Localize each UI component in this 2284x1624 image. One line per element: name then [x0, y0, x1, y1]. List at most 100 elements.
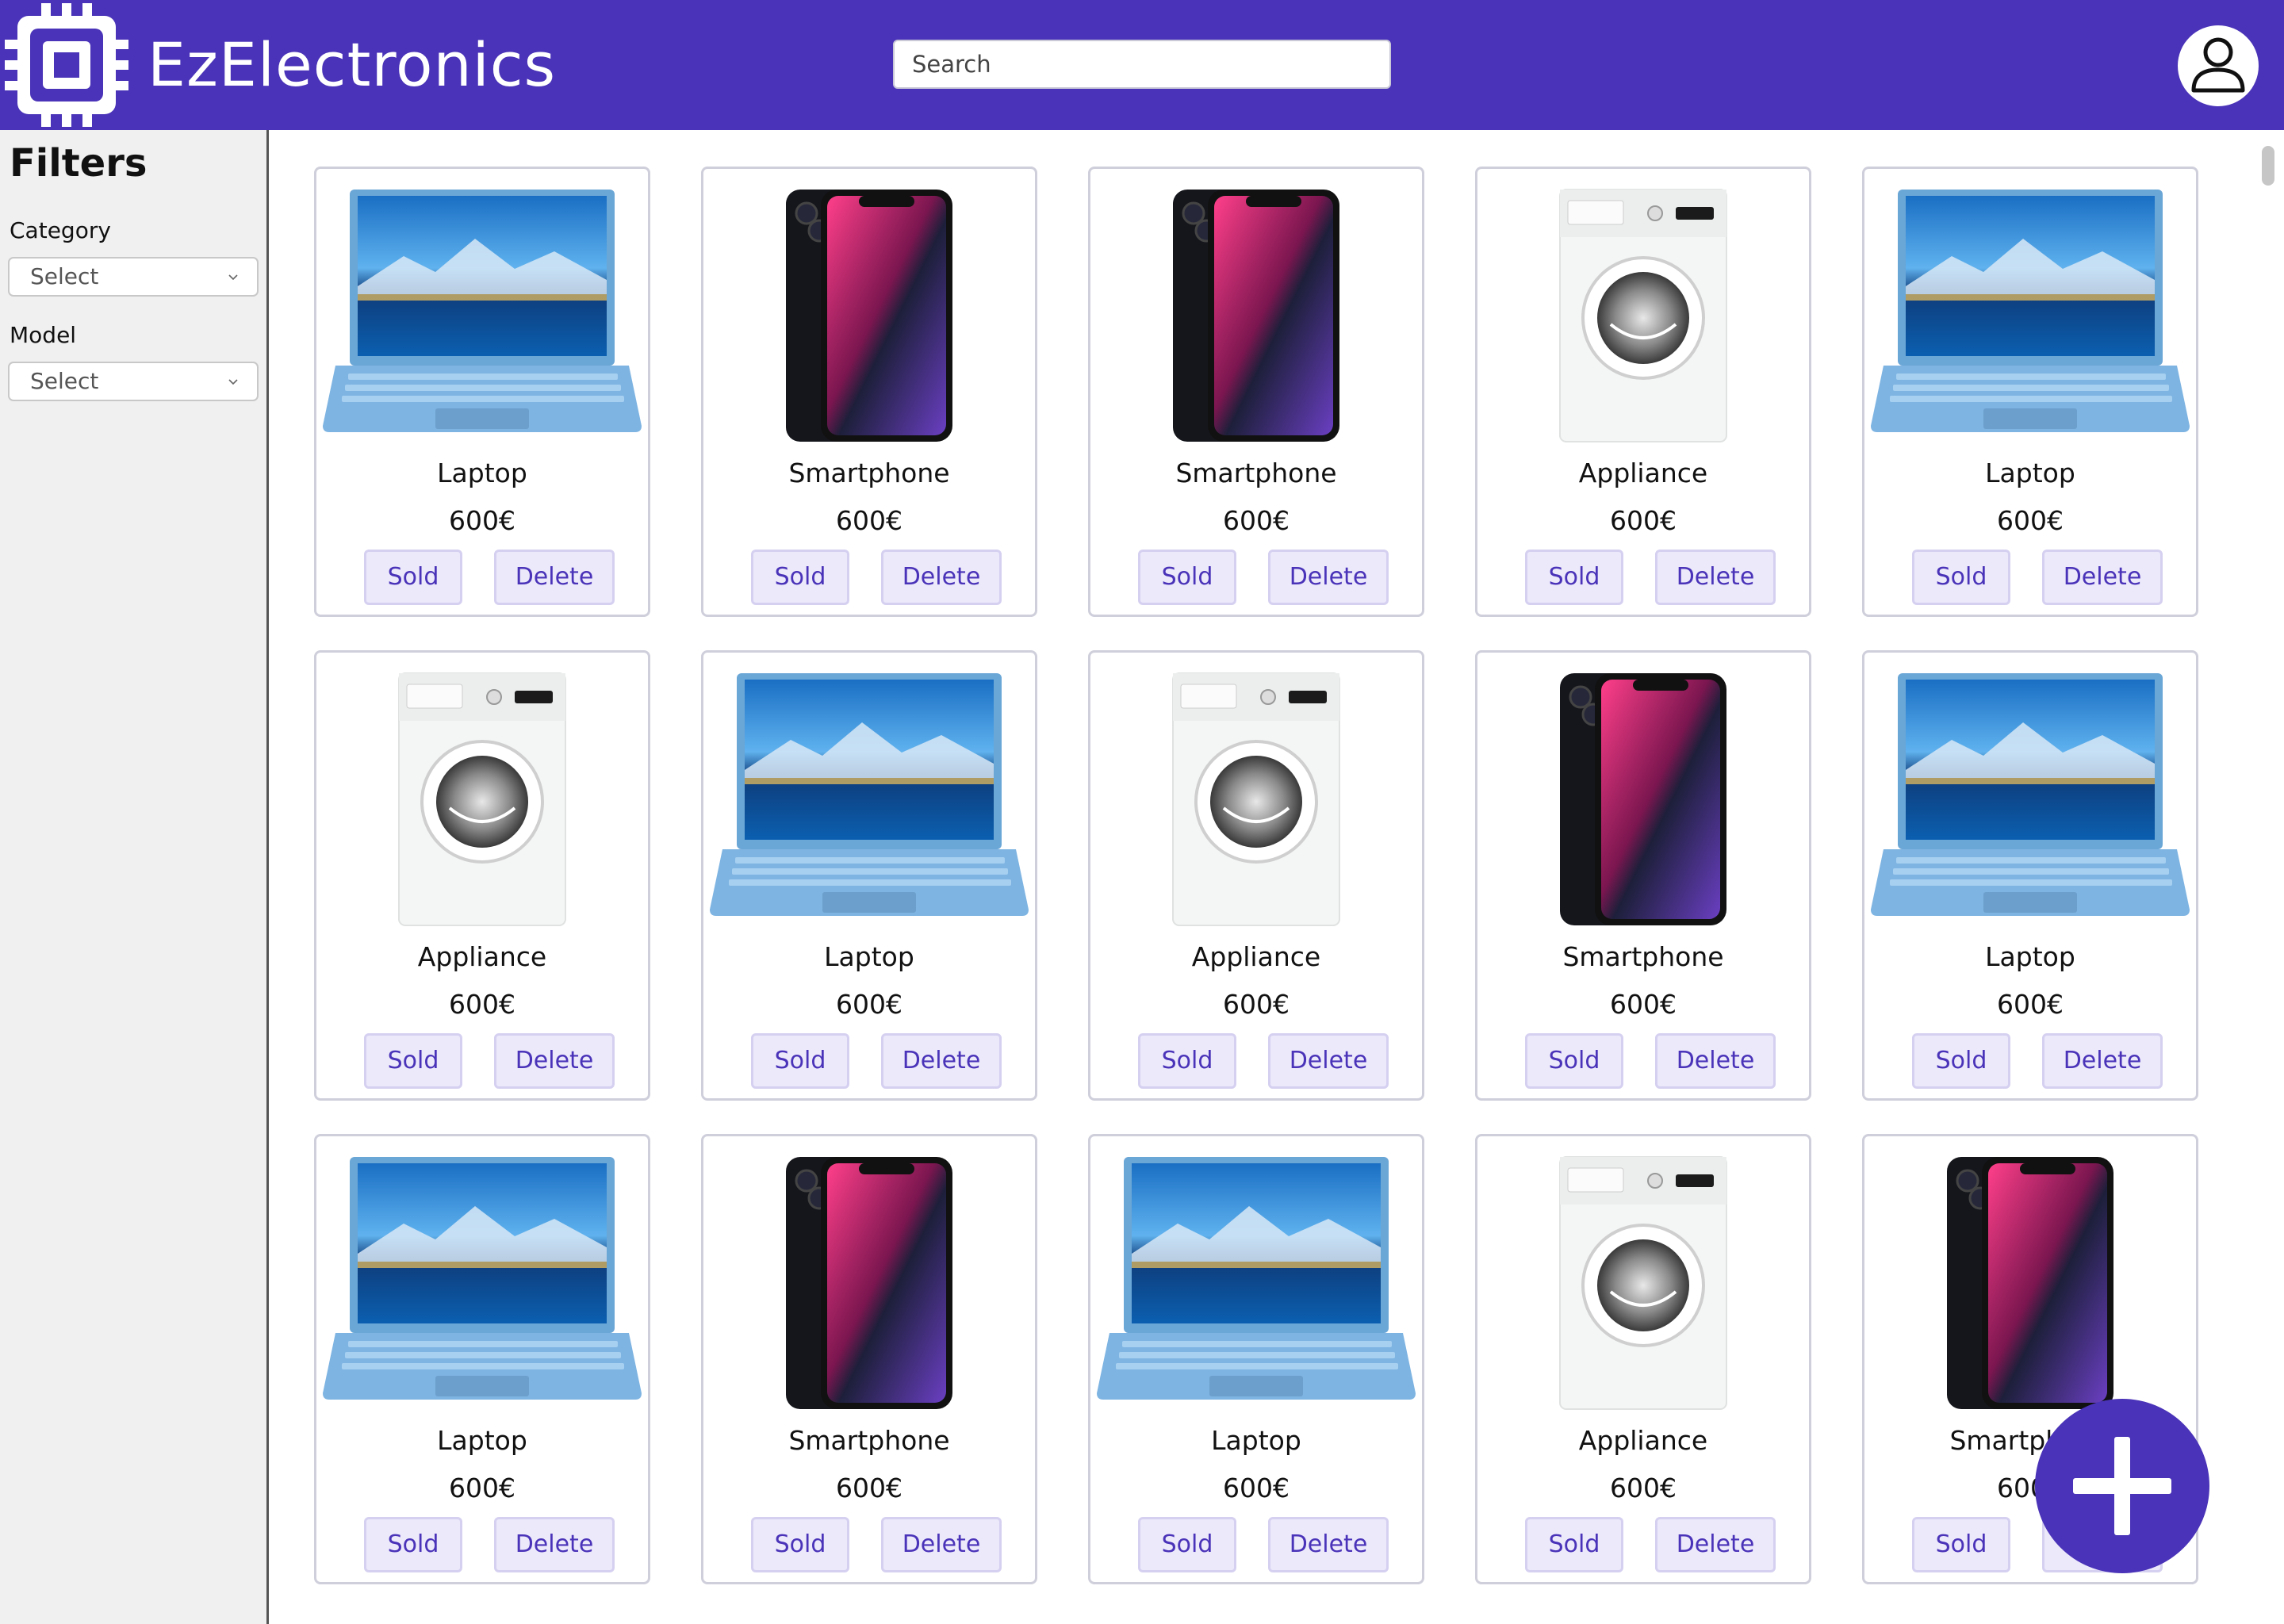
delete-button[interactable]: Delete — [1655, 1517, 1776, 1572]
appliance-image — [1558, 188, 1728, 443]
sold-button[interactable]: Sold — [1138, 1517, 1236, 1572]
laptop-image — [323, 1157, 642, 1400]
sold-button[interactable]: Sold — [1138, 550, 1236, 605]
product-price: 600€ — [1223, 505, 1290, 536]
sold-button[interactable]: Sold — [751, 1517, 849, 1572]
laptop-image — [1871, 673, 2190, 916]
delete-button[interactable]: Delete — [881, 1517, 1002, 1572]
laptop-image — [710, 673, 1029, 916]
product-card: Smartphone 600€ Sold Delete — [1475, 650, 1811, 1101]
product-name: Laptop — [1985, 458, 2075, 488]
product-grid: Laptop 600€ Sold Delete Smartphone 600€ … — [269, 130, 2284, 1624]
sold-button[interactable]: Sold — [1912, 1517, 2010, 1572]
smartphone-image — [784, 188, 954, 443]
product-card: Smartphone 600€ Sold Delete — [701, 167, 1037, 617]
product-price: 600€ — [1610, 505, 1677, 536]
sold-button[interactable]: Sold — [1525, 550, 1623, 605]
laptop-image — [1871, 190, 2190, 432]
smartphone-image — [1945, 1155, 2115, 1411]
category-select-value: Select — [30, 263, 99, 289]
laptop-image — [1097, 1157, 1416, 1400]
smartphone-image — [784, 1155, 954, 1411]
category-label: Category — [10, 217, 111, 243]
product-price: 600€ — [449, 1473, 515, 1503]
product-card: Appliance 600€ Sold Delete — [1475, 1134, 1811, 1584]
product-card: Appliance 600€ Sold Delete — [1088, 650, 1424, 1101]
product-card: Laptop 600€ Sold Delete — [1862, 167, 2198, 617]
filters-title: Filters — [10, 141, 148, 186]
product-price: 600€ — [836, 989, 902, 1020]
sold-button[interactable]: Sold — [1912, 550, 2010, 605]
smartphone-image — [1558, 672, 1728, 927]
model-select-value: Select — [30, 368, 99, 394]
product-card: Appliance 600€ Sold Delete — [314, 650, 650, 1101]
product-name: Appliance — [1578, 1425, 1708, 1456]
sold-button[interactable]: Sold — [1912, 1033, 2010, 1089]
appliance-image — [1171, 672, 1341, 927]
product-card: Laptop 600€ Sold Delete — [314, 167, 650, 617]
brand-title: EzElectronics — [148, 29, 557, 100]
delete-button[interactable]: Delete — [1655, 1033, 1776, 1089]
delete-button[interactable]: Delete — [494, 1033, 615, 1089]
product-name: Smartphone — [1562, 941, 1724, 972]
sold-button[interactable]: Sold — [364, 1033, 462, 1089]
search-input[interactable] — [893, 40, 1391, 89]
product-card: Appliance 600€ Sold Delete — [1475, 167, 1811, 617]
appliance-image — [1558, 1155, 1728, 1411]
product-name: Laptop — [1211, 1425, 1301, 1456]
product-name: Laptop — [824, 941, 914, 972]
product-price: 600€ — [1223, 1473, 1290, 1503]
product-price: 600€ — [836, 1473, 902, 1503]
model-label: Model — [10, 322, 77, 348]
delete-button[interactable]: Delete — [494, 550, 615, 605]
delete-button[interactable]: Delete — [1655, 550, 1776, 605]
sold-button[interactable]: Sold — [1525, 1517, 1623, 1572]
product-name: Appliance — [1578, 458, 1708, 488]
top-bar: EzElectronics — [0, 0, 2284, 130]
product-card: Laptop 600€ Sold Delete — [1088, 1134, 1424, 1584]
delete-button[interactable]: Delete — [1268, 1033, 1389, 1089]
product-name: Smartphone — [788, 458, 950, 488]
product-price: 600€ — [449, 989, 515, 1020]
sold-button[interactable]: Sold — [751, 1033, 849, 1089]
sold-button[interactable]: Sold — [1525, 1033, 1623, 1089]
product-price: 600€ — [1223, 989, 1290, 1020]
product-price: 600€ — [836, 505, 902, 536]
delete-button[interactable]: Delete — [1268, 1517, 1389, 1572]
delete-button[interactable]: Delete — [881, 1033, 1002, 1089]
product-name: Smartphone — [788, 1425, 950, 1456]
delete-button[interactable]: Delete — [494, 1517, 615, 1572]
product-price: 600€ — [1610, 989, 1677, 1020]
delete-button[interactable]: Delete — [2042, 1033, 2163, 1089]
product-name: Laptop — [437, 1425, 527, 1456]
product-price: 600€ — [1610, 1473, 1677, 1503]
chip-icon[interactable] — [5, 3, 128, 127]
product-name: Smartphone — [1175, 458, 1337, 488]
sold-button[interactable]: Sold — [751, 550, 849, 605]
delete-button[interactable]: Delete — [881, 550, 1002, 605]
product-name: Laptop — [437, 458, 527, 488]
delete-button[interactable]: Delete — [1268, 550, 1389, 605]
sold-button[interactable]: Sold — [364, 550, 462, 605]
smartphone-image — [1171, 188, 1341, 443]
add-product-button[interactable] — [2035, 1399, 2209, 1573]
delete-button[interactable]: Delete — [2042, 550, 2163, 605]
sold-button[interactable]: Sold — [364, 1517, 462, 1572]
user-icon — [2191, 37, 2245, 93]
filters-sidebar: Filters Category Select Model Select — [0, 130, 269, 1624]
product-card: Laptop 600€ Sold Delete — [1862, 650, 2198, 1101]
model-select[interactable]: Select — [8, 362, 259, 401]
appliance-image — [397, 672, 567, 927]
sold-button[interactable]: Sold — [1138, 1033, 1236, 1089]
user-avatar[interactable] — [2178, 25, 2259, 106]
product-name: Appliance — [417, 941, 547, 972]
category-select[interactable]: Select — [8, 257, 259, 297]
product-card: Smartphone 600€ Sold Delete — [1088, 167, 1424, 617]
product-card: Smartphone 600€ Sold Delete — [701, 1134, 1037, 1584]
product-price: 600€ — [1997, 505, 2064, 536]
plus-icon — [2073, 1437, 2171, 1535]
chevron-down-icon — [228, 274, 238, 281]
chevron-down-icon — [228, 379, 238, 385]
scrollbar[interactable] — [2262, 146, 2274, 186]
product-card: Laptop 600€ Sold Delete — [314, 1134, 650, 1584]
